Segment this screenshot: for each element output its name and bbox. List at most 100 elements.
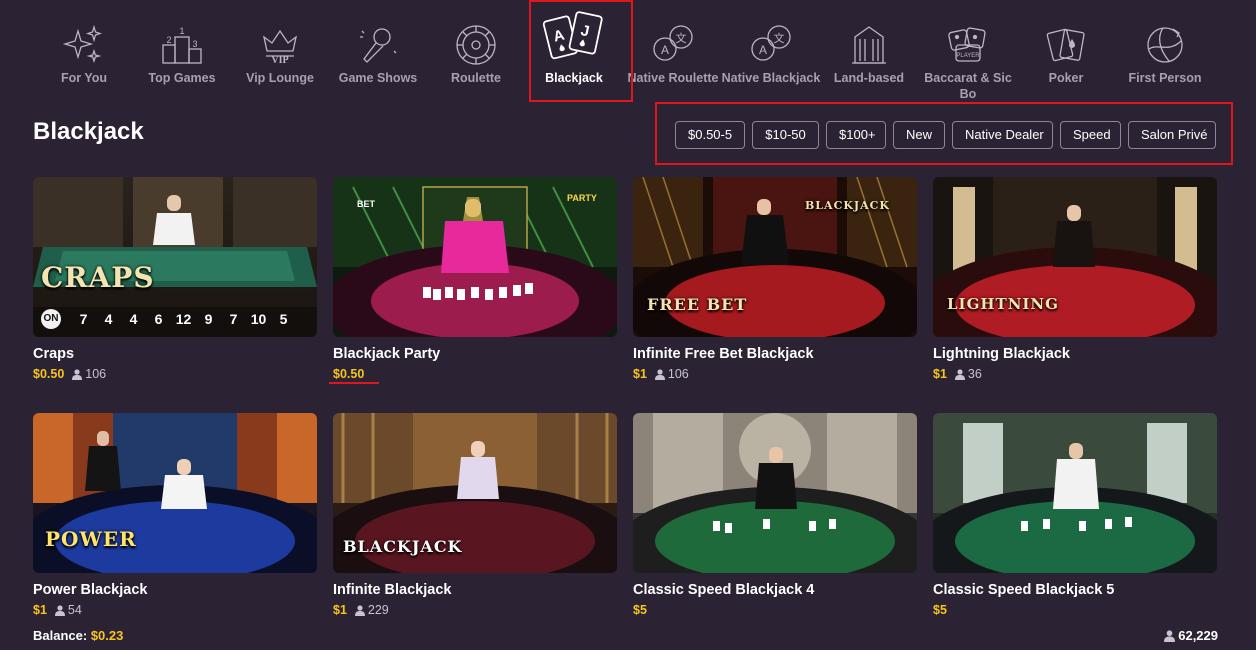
game-meta: $0.50 [333, 366, 617, 382]
game-logo: FREE BET [647, 295, 748, 314]
game-meta: $1 36 [933, 366, 1217, 382]
min-stake: $5 [933, 603, 947, 617]
svg-text:文: 文 [676, 31, 687, 45]
person-icon [1164, 629, 1176, 642]
balance-display: Balance: $0.23 [33, 628, 123, 643]
casino-building-icon [846, 22, 892, 68]
nav-label: Poker [1048, 71, 1084, 85]
game-thumbnail[interactable]: POWER [33, 413, 317, 573]
game-logo: LIGHTNING [947, 295, 1059, 313]
min-stake: $5 [633, 603, 647, 617]
svg-text:PARTY: PARTY [567, 193, 597, 203]
category-nav: For You 1 2 3 Top Games VIP Vip Lounge G… [33, 0, 1233, 102]
game-card-blackjack-party[interactable]: BET PARTY Blackjack Party $0.50 [333, 177, 617, 382]
game-thumbnail[interactable]: CRAPS ON 7 4 4 6 12 9 7 10 5 [33, 177, 317, 337]
nav-label: Land-based [833, 71, 905, 85]
nav-item-blackjack[interactable]: A J Blackjack [525, 0, 623, 102]
game-card-infinite-blackjack[interactable]: BLACKJACK Infinite Blackjack $1 229 [333, 413, 617, 618]
player-count-value: 106 [667, 367, 689, 381]
filter-chip-native-dealer[interactable]: Native Dealer [952, 121, 1053, 149]
svg-text:A: A [759, 43, 767, 57]
svg-text:PLAYER: PLAYER [956, 53, 980, 59]
sparkles-icon [61, 22, 107, 68]
globe-icon [1142, 22, 1188, 68]
game-meta: $5 [633, 602, 917, 618]
blackjack-cards-icon: A J [540, 8, 608, 68]
game-meta: $1 229 [333, 602, 617, 618]
nav-label: Vip Lounge [246, 71, 314, 85]
nav-item-land-based[interactable]: Land-based [820, 0, 918, 102]
poker-cards-icon [1043, 22, 1089, 68]
podium-icon: 1 2 3 [159, 22, 205, 68]
game-card-infinite-free-bet-blackjack[interactable]: FREE BET BLACKJACK Infinite Free Bet Bla… [633, 177, 917, 382]
game-meta: $1 54 [33, 602, 317, 618]
min-stake: $1 [633, 367, 647, 381]
filter-chip-10-50[interactable]: $10-50 [752, 121, 819, 149]
person-icon [54, 604, 65, 616]
nav-label: For You [60, 71, 108, 85]
game-thumbnail[interactable]: BET PARTY [333, 177, 617, 337]
filter-chip-salon-prive[interactable]: Salon Privé [1128, 121, 1216, 149]
min-stake: $0.50 [333, 367, 365, 381]
game-card-craps[interactable]: CRAPS ON 7 4 4 6 12 9 7 10 5 Craps $0.50… [33, 177, 317, 382]
balance-label: Balance: [33, 628, 88, 643]
microphone-icon [355, 22, 401, 68]
game-logo: POWER [45, 527, 137, 551]
game-title: Blackjack Party [333, 346, 441, 362]
roads-number: 4 [129, 311, 138, 327]
game-title: Infinite Free Bet Blackjack [633, 346, 814, 362]
nav-item-top-games[interactable]: 1 2 3 Top Games [133, 0, 231, 102]
roads-bar: ON 7 4 4 6 12 9 7 10 5 [41, 309, 296, 329]
filter-chip-new[interactable]: New [893, 121, 945, 149]
balance-value: $0.23 [90, 628, 124, 643]
min-stake: $1 [33, 603, 47, 617]
game-thumbnail[interactable] [633, 413, 917, 573]
player-count-value: 54 [67, 603, 82, 617]
vip-crown-icon: VIP [257, 22, 303, 68]
game-title: Craps [33, 346, 75, 362]
person-icon [72, 368, 83, 380]
filter-chip-0-50-5[interactable]: $0.50-5 [675, 121, 745, 149]
game-card-power-blackjack[interactable]: POWER Power Blackjack $1 54 [33, 413, 317, 618]
nav-label: Roulette [451, 71, 501, 85]
game-thumbnail[interactable]: LIGHTNING [933, 177, 1217, 337]
min-stake: $1 [933, 367, 947, 381]
language-icon: A 文 [748, 22, 794, 68]
game-thumbnail[interactable]: BLACKJACK [333, 413, 617, 573]
nav-item-first-person[interactable]: First Person [1116, 0, 1214, 102]
game-title: Classic Speed Blackjack 4 [633, 582, 815, 598]
nav-label: Native Roulette [627, 71, 719, 85]
roads-number: 7 [79, 311, 88, 327]
player-count-value: 36 [967, 367, 982, 381]
roads-number: 4 [104, 311, 113, 327]
nav-item-for-you[interactable]: For You [35, 0, 133, 102]
roulette-wheel-icon [453, 22, 499, 68]
game-meta: $5 [933, 602, 1217, 618]
player-count: 229 [354, 603, 389, 617]
total-players-value: 62,229 [1178, 628, 1218, 643]
svg-text:文: 文 [774, 31, 785, 45]
player-count: 106 [72, 367, 106, 381]
language-icon: A 文 [650, 22, 696, 68]
roads-number: 5 [279, 311, 288, 327]
nav-item-baccarat-sic-bo[interactable]: PLAYER Baccarat & Sic Bo [919, 0, 1017, 102]
game-card-lightning-blackjack[interactable]: LIGHTNING Lightning Blackjack $1 36 [933, 177, 1217, 382]
nav-item-game-shows[interactable]: Game Shows [329, 0, 427, 102]
filter-chip-100-plus[interactable]: $100+ [826, 121, 886, 149]
nav-item-vip-lounge[interactable]: VIP Vip Lounge [231, 0, 329, 102]
svg-text:2: 2 [166, 35, 171, 45]
game-card-classic-speed-blackjack-4[interactable]: Classic Speed Blackjack 4 $5 [633, 413, 917, 618]
game-card-classic-speed-blackjack-5[interactable]: Classic Speed Blackjack 5 $5 [933, 413, 1217, 618]
filter-chip-speed[interactable]: Speed [1060, 121, 1121, 149]
game-thumbnail[interactable] [933, 413, 1217, 573]
game-logo: BLACKJACK [343, 537, 463, 556]
roads-number: 9 [204, 311, 213, 327]
person-icon [354, 604, 365, 616]
nav-item-roulette[interactable]: Roulette [427, 0, 525, 102]
nav-item-native-blackjack[interactable]: A 文 Native Blackjack [722, 0, 820, 102]
nav-item-native-roulette[interactable]: A 文 Native Roulette [624, 0, 722, 102]
game-thumbnail[interactable]: FREE BET BLACKJACK [633, 177, 917, 337]
game-title: Lightning Blackjack [933, 346, 1070, 362]
nav-label: Blackjack [545, 71, 603, 85]
nav-item-poker[interactable]: Poker [1017, 0, 1115, 102]
